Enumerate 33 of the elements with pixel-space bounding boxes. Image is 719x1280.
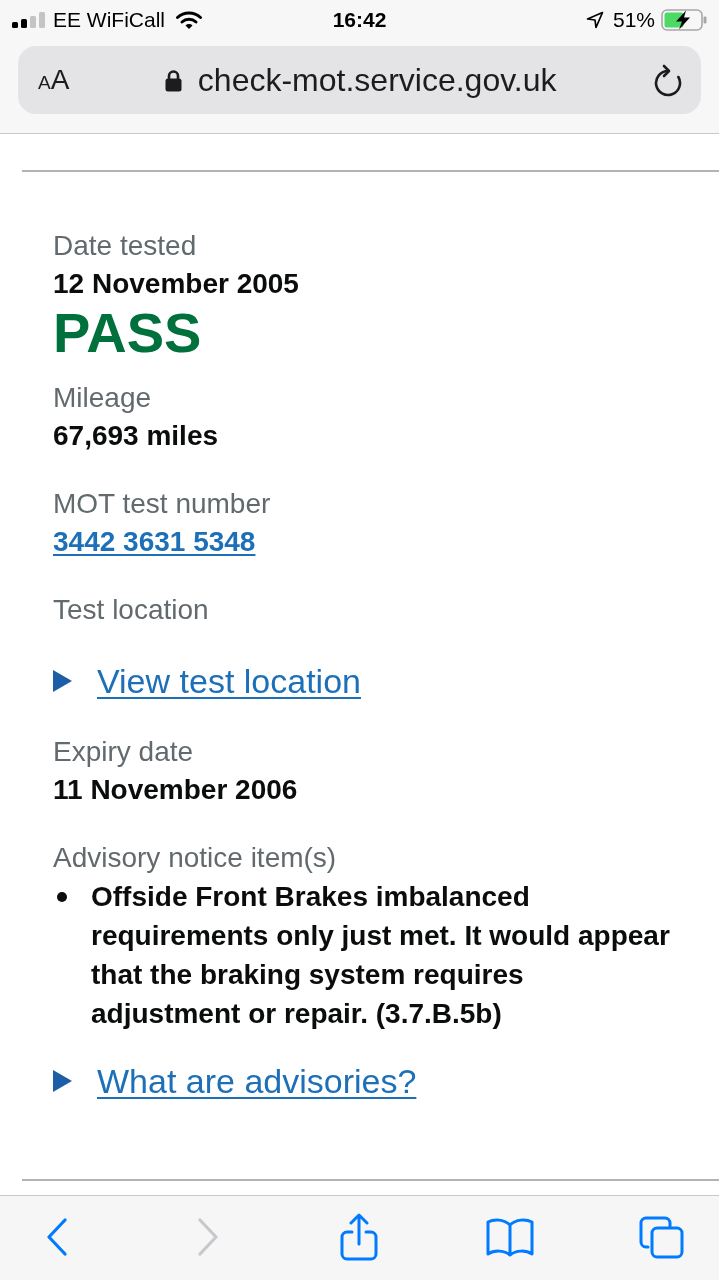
field-label: Advisory notice item(s) <box>53 841 338 875</box>
signal-bars-icon <box>12 12 45 28</box>
wifi-icon <box>175 10 203 30</box>
details-summary-link[interactable]: What are advisories? <box>97 1059 417 1103</box>
padlock-icon <box>164 68 182 92</box>
field-label: Mileage <box>53 381 153 415</box>
url-text: check-mot.service.gov.uk <box>197 61 557 99</box>
share-icon <box>340 1213 378 1261</box>
overlapping-squares-icon <box>638 1215 684 1259</box>
field-label: Test location <box>53 593 210 627</box>
result-status: PASS <box>53 303 203 363</box>
details-summary-link[interactable]: View test location <box>97 659 361 703</box>
clock-time: 16:42 <box>332 7 387 33</box>
battery-percentage: 51% <box>612 7 655 33</box>
carrier-name: EE WiFiCall <box>53 7 165 33</box>
chevron-left-icon <box>46 1218 68 1256</box>
field-value: 12 November 2005 <box>53 267 300 301</box>
reload-button[interactable] <box>652 63 684 97</box>
chevron-right-icon <box>197 1218 219 1256</box>
location-arrow-icon <box>585 11 604 29</box>
bullet-icon <box>57 892 67 902</box>
field-label: MOT test number <box>53 487 272 521</box>
text-size-button[interactable]: AA <box>38 64 70 96</box>
test-number-link[interactable]: 3442 3631 5348 <box>53 523 256 561</box>
field-value: 11 November 2006 <box>53 773 299 807</box>
battery-charging-icon <box>661 9 707 31</box>
open-book-icon <box>486 1217 534 1257</box>
field-label: Expiry date <box>53 735 195 769</box>
reload-icon <box>652 63 684 97</box>
advisory-item: Offside Front Brakes imbalanced requirements only just met. It would appear that the braking system requires adjustment or repair. (3.7.B.5b) <box>91 880 671 1031</box>
field-value: 67,693 miles <box>53 419 220 453</box>
field-label: Date tested <box>53 229 198 263</box>
address-bar[interactable]: AA check-mot.service.gov.uk <box>18 46 701 114</box>
